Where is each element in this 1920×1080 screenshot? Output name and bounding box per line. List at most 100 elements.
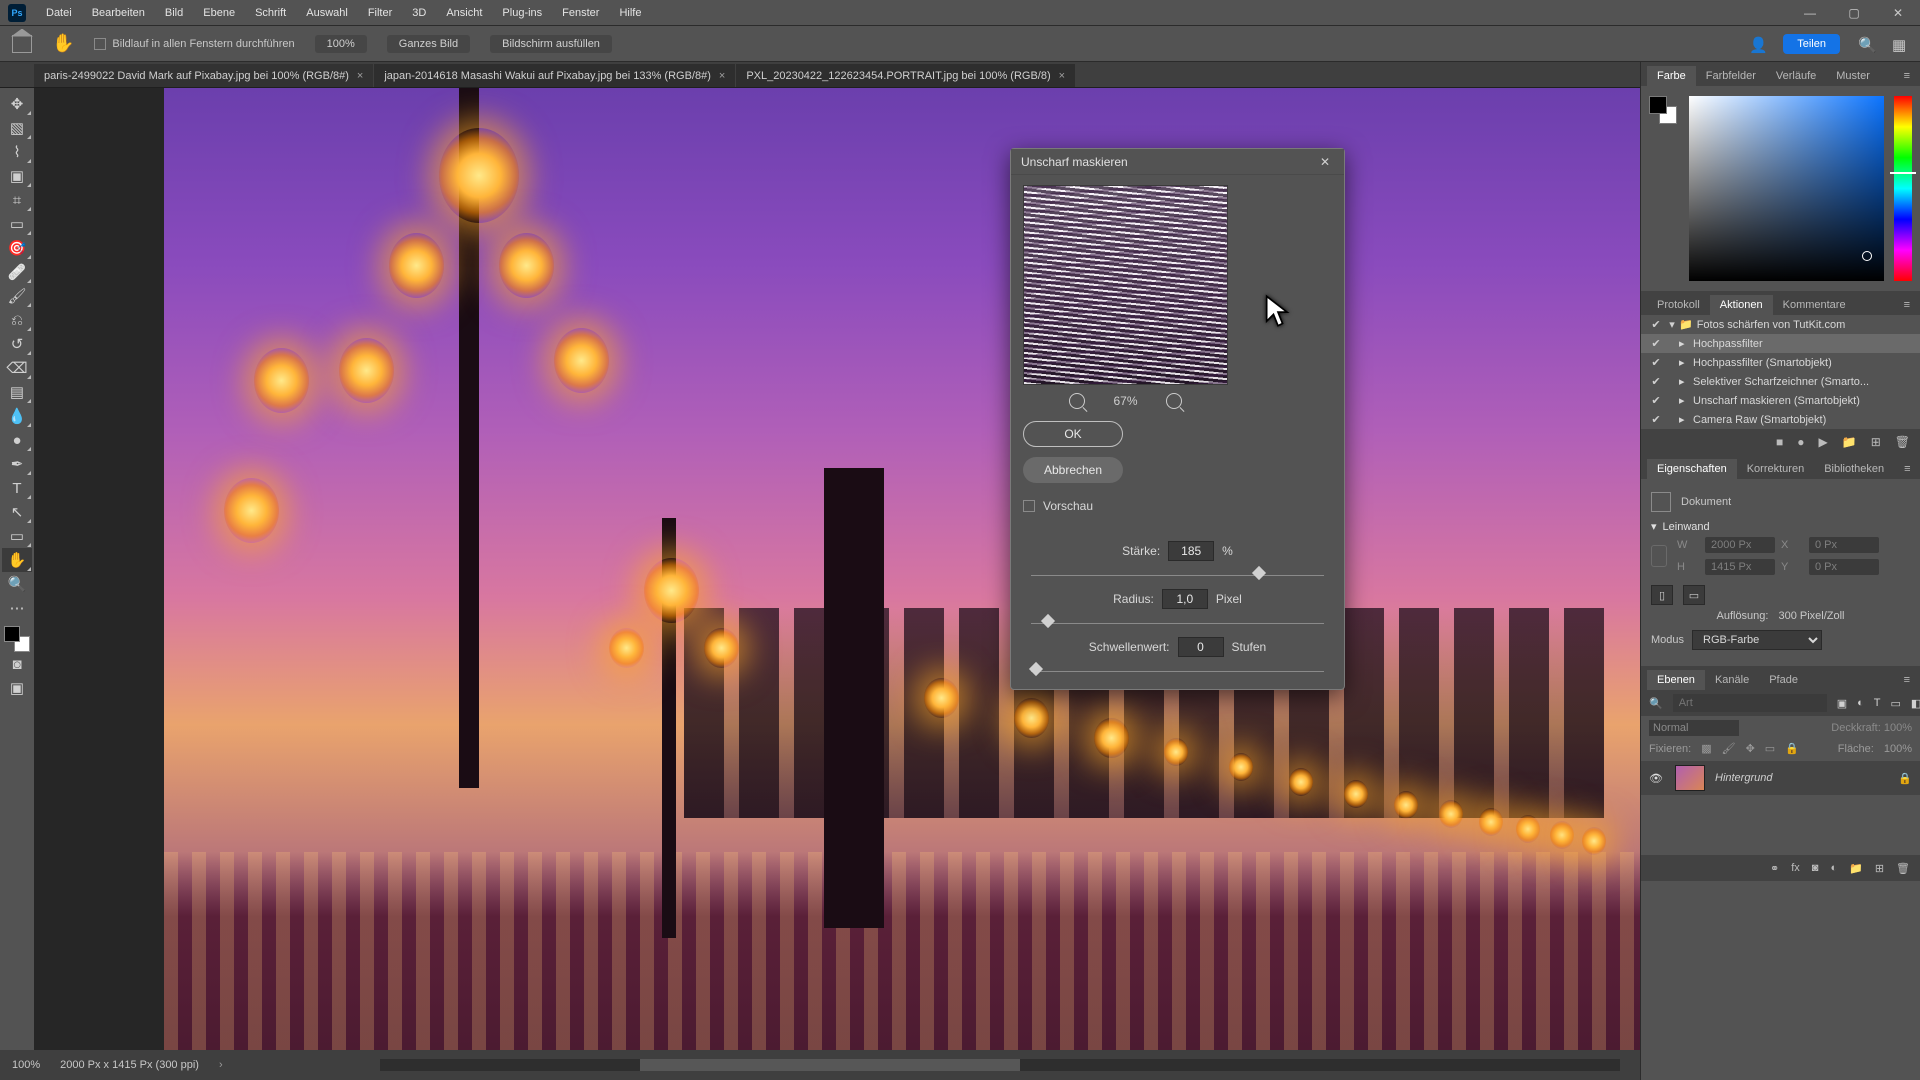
tab-kommentare[interactable]: Kommentare <box>1773 295 1856 315</box>
trash-icon[interactable]: 🗑 <box>1896 862 1910 875</box>
window-minimize[interactable]: — <box>1788 0 1832 26</box>
tab-farbfelder[interactable]: Farbfelder <box>1696 66 1766 86</box>
document-tab[interactable]: japan-2014618 Masashi Wakui auf Pixabay.… <box>374 64 735 87</box>
menu-ebene[interactable]: Ebene <box>193 3 245 23</box>
zoom-100-button[interactable]: 100% <box>315 35 367 53</box>
lock-icon[interactable]: 🔒 <box>1898 772 1912 785</box>
lock-transparency-icon[interactable]: ▩ <box>1701 742 1711 755</box>
link-dimensions-icon[interactable] <box>1651 545 1667 567</box>
layer-filter-input[interactable] <box>1673 694 1827 712</box>
frame-tool[interactable]: ▭ <box>2 212 32 236</box>
panel-menu-icon[interactable]: ≡ <box>1894 295 1920 315</box>
pen-tool[interactable]: ✒ <box>2 452 32 476</box>
edit-toolbar[interactable]: ⋯ <box>2 596 32 620</box>
tab-verlaeufe[interactable]: Verläufe <box>1766 66 1826 86</box>
menu-bearbeiten[interactable]: Bearbeiten <box>82 3 155 23</box>
radius-slider[interactable] <box>1031 613 1324 627</box>
opacity-value[interactable]: 100% <box>1884 722 1912 734</box>
search-icon[interactable]: 🔍 <box>1649 697 1663 710</box>
healing-brush-tool[interactable]: 🩹 <box>2 260 32 284</box>
history-brush-tool[interactable]: ↺ <box>2 332 32 356</box>
threshold-slider[interactable] <box>1031 661 1324 675</box>
y-value[interactable]: 0 Px <box>1809 559 1879 575</box>
menu-ansicht[interactable]: Ansicht <box>436 3 492 23</box>
menu-3d[interactable]: 3D <box>402 3 436 23</box>
screenmode-icon[interactable]: ▣ <box>2 676 32 700</box>
new-layer-icon[interactable]: ⊞ <box>1875 862 1884 875</box>
hand-tool[interactable]: ✋ <box>2 548 32 572</box>
tab-korrekturen[interactable]: Korrekturen <box>1737 459 1814 479</box>
action-row[interactable]: ✔▸Unscharf maskieren (Smartobjekt) <box>1641 391 1920 410</box>
canvas-area[interactable] <box>34 88 1640 1050</box>
record-icon[interactable]: ● <box>1797 435 1804 449</box>
lock-artboard-icon[interactable]: ▭ <box>1765 742 1775 755</box>
new-action-icon[interactable]: ⊞ <box>1871 435 1881 449</box>
filter-smart-icon[interactable]: ◧ <box>1911 697 1920 710</box>
path-select-tool[interactable]: ↖ <box>2 500 32 524</box>
tab-bibliotheken[interactable]: Bibliotheken <box>1814 459 1894 479</box>
panel-menu-icon[interactable]: ≡ <box>1894 459 1920 479</box>
panel-menu-icon[interactable]: ≡ <box>1894 670 1920 690</box>
lock-all-icon[interactable]: 🔒 <box>1785 742 1799 755</box>
menu-bild[interactable]: Bild <box>155 3 193 23</box>
action-row[interactable]: ✔▸Hochpassfilter (Smartobjekt) <box>1641 353 1920 372</box>
move-tool[interactable]: ✥ <box>2 92 32 116</box>
menu-auswahl[interactable]: Auswahl <box>296 3 358 23</box>
h-value[interactable]: 1415 Px <box>1705 559 1775 575</box>
layer-row[interactable]: 👁 Hintergrund 🔒 <box>1641 761 1920 795</box>
blur-tool[interactable]: 💧 <box>2 404 32 428</box>
orientation-portrait-icon[interactable]: ▯ <box>1651 585 1673 605</box>
menu-filter[interactable]: Filter <box>358 3 402 23</box>
layer-name[interactable]: Hintergrund <box>1715 772 1888 784</box>
marquee-tool[interactable]: ▧ <box>2 116 32 140</box>
status-chevron-right-icon[interactable]: › <box>219 1059 223 1071</box>
window-maximize[interactable]: ▢ <box>1832 0 1876 26</box>
filter-shape-icon[interactable]: ▭ <box>1891 697 1901 710</box>
zoom-in-icon[interactable] <box>1166 393 1182 409</box>
menu-hilfe[interactable]: Hilfe <box>609 3 651 23</box>
tab-pfade[interactable]: Pfade <box>1759 670 1808 690</box>
dodge-tool[interactable]: ● <box>2 428 32 452</box>
menu-fenster[interactable]: Fenster <box>552 3 609 23</box>
tab-ebenen[interactable]: Ebenen <box>1647 670 1705 690</box>
eraser-tool[interactable]: ⌫ <box>2 356 32 380</box>
radius-input[interactable] <box>1162 589 1208 609</box>
quickmask-icon[interactable]: ◙ <box>2 652 32 676</box>
preview-image[interactable] <box>1023 185 1228 385</box>
orientation-landscape-icon[interactable]: ▭ <box>1683 585 1705 605</box>
group-icon[interactable]: 📁 <box>1849 862 1863 875</box>
rectangle-tool[interactable]: ▭ <box>2 524 32 548</box>
panel-menu-icon[interactable]: ≡ <box>1894 66 1920 86</box>
action-row[interactable]: ✔▸Selektiver Scharfzeichner (Smarto... <box>1641 372 1920 391</box>
color-saturation-box[interactable] <box>1689 96 1884 281</box>
status-docinfo[interactable]: 2000 Px x 1415 Px (300 ppi) <box>60 1059 199 1071</box>
action-row[interactable]: ✔▸Hochpassfilter <box>1641 334 1920 353</box>
home-icon[interactable] <box>12 35 32 53</box>
brush-tool[interactable]: 🖌 <box>2 284 32 308</box>
filter-type-icon[interactable]: T <box>1874 697 1881 709</box>
scroll-all-windows-checkbox[interactable]: Bildlauf in allen Fenstern durchführen <box>94 38 294 50</box>
link-layers-icon[interactable]: ⚭ <box>1770 862 1779 875</box>
tab-aktionen[interactable]: Aktionen <box>1710 295 1773 315</box>
object-select-tool[interactable]: ▣ <box>2 164 32 188</box>
new-set-icon[interactable]: 📁 <box>1842 435 1857 449</box>
crop-tool[interactable]: ⌗ <box>2 188 32 212</box>
visibility-icon[interactable]: 👁 <box>1649 772 1665 785</box>
menu-plugins[interactable]: Plug-ins <box>492 3 552 23</box>
leinwand-section-toggle[interactable]: ▾ Leinwand <box>1651 520 1910 533</box>
tab-protokoll[interactable]: Protokoll <box>1647 295 1710 315</box>
fill-value[interactable]: 100% <box>1884 743 1912 755</box>
dialog-titlebar[interactable]: Unscharf maskieren ✕ <box>1011 149 1344 175</box>
mode-select[interactable]: RGB-Farbe <box>1692 630 1822 650</box>
layer-thumbnail[interactable] <box>1675 765 1705 791</box>
foreground-background-swatch[interactable] <box>4 626 30 652</box>
type-tool[interactable]: T <box>2 476 32 500</box>
color-swatch-pair[interactable] <box>1649 96 1677 124</box>
menu-schrift[interactable]: Schrift <box>245 3 296 23</box>
menu-datei[interactable]: Datei <box>36 3 82 23</box>
amount-input[interactable] <box>1168 541 1214 561</box>
amount-slider[interactable] <box>1031 565 1324 579</box>
share-button[interactable]: Teilen <box>1783 34 1840 54</box>
hand-tool-icon[interactable]: ✋ <box>52 33 74 54</box>
cancel-button[interactable]: Abbrechen <box>1023 457 1123 483</box>
